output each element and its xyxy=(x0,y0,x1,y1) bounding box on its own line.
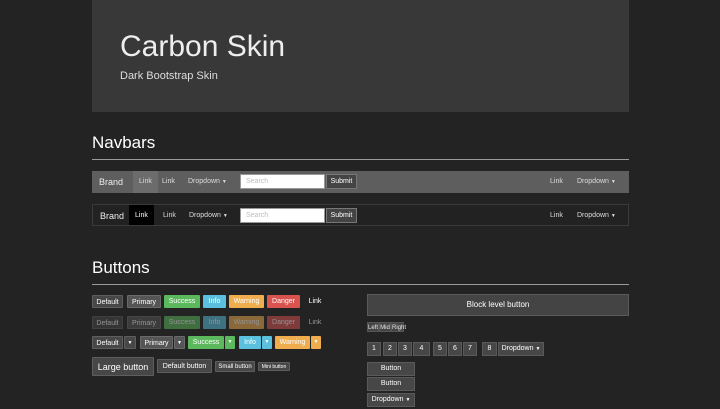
nav-link-active[interactable]: Link xyxy=(129,205,154,225)
divider xyxy=(92,284,629,285)
caret-down-icon: ▼ xyxy=(610,179,616,185)
nav-dropdown[interactable]: Dropdown ▼ xyxy=(189,205,228,225)
group-left-button[interactable]: Left xyxy=(367,322,379,332)
primary-button[interactable]: Primary xyxy=(127,295,161,308)
page-button-2[interactable]: 2 xyxy=(383,342,397,356)
nav-link[interactable]: Link xyxy=(163,205,176,225)
page-button-8[interactable]: 8 xyxy=(482,342,497,356)
info-button[interactable]: Info xyxy=(203,295,226,308)
nav-right-dropdown-label: Dropdown xyxy=(577,178,609,185)
warning-button[interactable]: Warning xyxy=(229,295,264,308)
vertical-button-2[interactable]: Button xyxy=(367,377,415,391)
danger-button[interactable]: Danger xyxy=(267,295,300,308)
mini-button[interactable]: Mini button xyxy=(258,362,290,371)
default-button[interactable]: Default xyxy=(92,295,123,308)
group-middle-button[interactable]: Mid xyxy=(379,322,391,332)
navbar-brand[interactable]: Brand xyxy=(93,205,131,225)
caret-down-icon: ▼ xyxy=(221,179,227,185)
caret-down-icon[interactable]: ▼ xyxy=(124,336,136,349)
block-level-button[interactable]: Block level button xyxy=(367,294,629,316)
warning-button-disabled: Warning xyxy=(229,316,264,329)
nav-right-dropdown[interactable]: Dropdown ▼ xyxy=(577,205,616,225)
buttons-heading: Buttons xyxy=(92,258,150,277)
small-button[interactable]: Small button xyxy=(215,361,255,372)
group-right-button[interactable]: Right xyxy=(391,322,406,332)
caret-down-icon[interactable]: ▼ xyxy=(262,336,272,349)
default-button-disabled: Default xyxy=(92,316,123,329)
large-button[interactable]: Large button xyxy=(92,357,154,376)
toolbar-dropdown-label: Dropdown xyxy=(501,345,534,352)
nav-right-link[interactable]: Link xyxy=(550,205,563,225)
default-size-button[interactable]: Default button xyxy=(157,359,212,373)
page-button-5[interactable]: 5 xyxy=(433,342,447,356)
caret-down-icon: ▼ xyxy=(405,397,411,403)
caret-down-icon[interactable]: ▼ xyxy=(225,336,235,349)
page-button-1[interactable]: 1 xyxy=(367,342,381,356)
vertical-dropdown-label: Dropdown xyxy=(371,396,404,403)
page-subtitle: Dark Bootstrap Skin xyxy=(120,70,218,82)
nav-dropdown-label: Dropdown xyxy=(189,212,221,219)
caret-down-icon: ▼ xyxy=(222,213,228,219)
primary-split-button[interactable]: Primary xyxy=(140,336,173,349)
primary-button-disabled: Primary xyxy=(127,316,161,329)
nav-dropdown-label: Dropdown xyxy=(188,178,220,185)
search-input[interactable]: Search xyxy=(240,208,325,223)
info-split-button[interactable]: Info xyxy=(239,336,261,349)
nav-link-active[interactable]: Link xyxy=(133,171,158,193)
navbar-default: Brand Link Link Dropdown ▼ Search Submit … xyxy=(92,171,629,193)
nav-link[interactable]: Link xyxy=(162,171,175,193)
nav-dropdown[interactable]: Dropdown ▼ xyxy=(188,171,227,193)
page-button-4[interactable]: 4 xyxy=(413,342,430,356)
success-button-disabled: Success xyxy=(164,316,200,329)
success-button[interactable]: Success xyxy=(164,295,200,308)
danger-button-disabled: Danger xyxy=(267,316,300,329)
navbar-inverse: Brand Link Link Dropdown ▼ Search Submit … xyxy=(92,204,629,226)
vertical-button-1[interactable]: Button xyxy=(367,362,415,376)
caret-down-icon: ▼ xyxy=(610,213,616,219)
navbar-brand[interactable]: Brand xyxy=(92,171,130,193)
page-button-6[interactable]: 6 xyxy=(448,342,462,356)
vertical-dropdown[interactable]: Dropdown ▼ xyxy=(367,393,415,407)
toolbar-dropdown[interactable]: Dropdown ▼ xyxy=(498,342,544,356)
submit-button[interactable]: Submit xyxy=(326,174,357,189)
caret-down-icon: ▼ xyxy=(535,346,541,352)
header-jumbotron: Carbon Skin Dark Bootstrap Skin xyxy=(92,0,629,112)
page-title: Carbon Skin xyxy=(120,30,286,63)
page-button-3[interactable]: 3 xyxy=(398,342,412,356)
success-split-button[interactable]: Success xyxy=(188,336,224,349)
nav-right-dropdown-label: Dropdown xyxy=(577,212,609,219)
caret-down-icon[interactable]: ▼ xyxy=(174,336,185,349)
warning-split-button[interactable]: Warning xyxy=(275,336,310,349)
link-button[interactable]: Link xyxy=(303,295,327,308)
nav-right-link[interactable]: Link xyxy=(550,171,563,193)
divider xyxy=(92,159,629,160)
nav-right-dropdown[interactable]: Dropdown ▼ xyxy=(577,171,616,193)
link-button-disabled: Link xyxy=(308,319,322,326)
default-split-button[interactable]: Default xyxy=(92,336,123,349)
info-button-disabled: Info xyxy=(203,316,226,329)
caret-down-icon[interactable]: ▼ xyxy=(311,336,321,349)
submit-button[interactable]: Submit xyxy=(326,208,357,223)
page-button-7[interactable]: 7 xyxy=(463,342,477,356)
navbars-heading: Navbars xyxy=(92,133,156,152)
search-input[interactable]: Search xyxy=(240,174,325,189)
